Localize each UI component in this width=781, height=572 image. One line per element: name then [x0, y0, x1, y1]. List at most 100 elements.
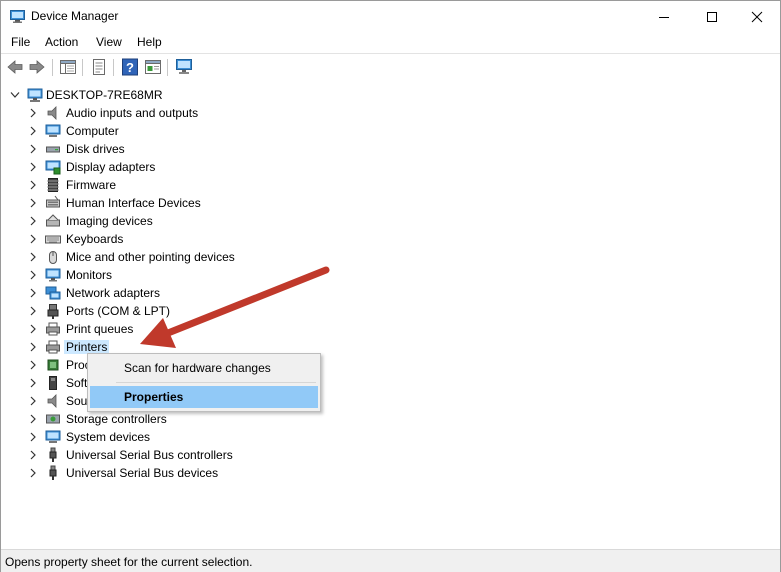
speaker-icon [47, 106, 57, 120]
properties-menu-item[interactable]: Properties [90, 386, 318, 408]
sound-icon [47, 394, 57, 408]
scan-for-hardware-changes-menu-item[interactable]: Scan for hardware changes [90, 357, 318, 379]
chevron-right-icon[interactable] [29, 432, 37, 442]
tree-item-mice-and-other-pointing-devices[interactable]: Mice and other pointing devices [1, 248, 501, 266]
properties-icon[interactable] [90, 58, 108, 76]
update-driver-icon[interactable] [144, 58, 162, 76]
tree-item-label: Print queues [66, 322, 134, 336]
disk-drive-icon [46, 146, 60, 153]
chevron-down-icon[interactable] [10, 91, 20, 99]
tree-item-label: Printers [64, 340, 110, 354]
chevron-right-icon[interactable] [29, 414, 37, 424]
tree-item-universal-serial-bus-controllers[interactable]: Universal Serial Bus controllers [1, 446, 501, 464]
tree-root-node[interactable]: DESKTOP-7RE68MR [1, 86, 501, 104]
mouse-icon [49, 251, 57, 264]
printer-icon [46, 340, 60, 354]
chevron-right-icon[interactable] [29, 144, 37, 154]
chevron-right-icon[interactable] [29, 126, 37, 136]
status-text: Opens property sheet for the current sel… [5, 555, 253, 569]
chevron-right-icon[interactable] [29, 306, 37, 316]
scan-hardware-icon[interactable] [175, 58, 193, 76]
chevron-right-icon[interactable] [29, 342, 37, 352]
tree-item-network-adapters[interactable]: Network adapters [1, 284, 501, 302]
tree-item-label: Human Interface Devices [66, 196, 201, 210]
monitor-icon [45, 268, 61, 282]
tree-item-system-devices[interactable]: System devices [1, 428, 501, 446]
chevron-right-icon[interactable] [29, 234, 37, 244]
tree-item-universal-serial-bus-devices[interactable]: Universal Serial Bus devices [1, 464, 501, 482]
tree-item-label: Storage controllers [66, 412, 167, 426]
menu-view[interactable]: View [96, 35, 122, 49]
title-bar[interactable]: Device Manager [1, 1, 780, 32]
chevron-right-icon[interactable] [29, 324, 37, 334]
software-device-icon [49, 376, 57, 390]
tree-item-keyboards[interactable]: Keyboards [1, 230, 501, 248]
tree-item-computer[interactable]: Computer [1, 122, 501, 140]
keyboard-icon [45, 235, 61, 244]
tree-item-ports-com-lpt[interactable]: Ports (COM & LPT) [1, 302, 501, 320]
menu-separator [116, 382, 316, 383]
tree-item-firmware[interactable]: Firmware [1, 176, 501, 194]
maximize-icon [707, 11, 717, 22]
tree-item-label: Monitors [66, 268, 113, 282]
chevron-right-icon[interactable] [29, 378, 37, 388]
show-hide-console-tree-icon[interactable] [59, 58, 77, 76]
menu-bar: File Action View Help [1, 32, 780, 53]
svg-text:?: ? [126, 60, 134, 75]
storage-controller-icon [46, 414, 60, 424]
tree-item-label: Audio inputs and outputs [66, 106, 199, 120]
chevron-right-icon[interactable] [29, 252, 37, 262]
device-manager-app-icon [10, 10, 25, 23]
status-bar: Opens property sheet for the current sel… [1, 549, 780, 572]
forward-icon[interactable] [28, 58, 46, 76]
tree-item-human-interface-devices[interactable]: Human Interface Devices [1, 194, 501, 212]
back-icon[interactable] [6, 58, 24, 76]
chevron-right-icon[interactable] [29, 270, 37, 280]
menu-help[interactable]: Help [137, 35, 162, 49]
tree-item-storage-controllers[interactable]: Storage controllers [1, 410, 501, 428]
hid-icon [46, 195, 60, 208]
menu-file[interactable]: File [11, 35, 30, 49]
tree-item-display-adapters[interactable]: Display adapters [1, 158, 501, 176]
tree-item-print-queues[interactable]: Print queues [1, 320, 501, 338]
chevron-right-icon[interactable] [29, 180, 37, 190]
chevron-right-icon[interactable] [29, 396, 37, 406]
chevron-right-icon[interactable] [29, 108, 37, 118]
tree-item-label: Disk drives [66, 142, 125, 156]
tree-item-label: Mice and other pointing devices [66, 250, 235, 264]
menu-item-label: Scan for hardware changes [124, 361, 271, 375]
help-icon[interactable]: ? [121, 58, 139, 76]
chevron-right-icon[interactable] [29, 360, 37, 370]
tree-item-label: System devices [66, 430, 151, 444]
tree-item-label: Computer [66, 124, 119, 138]
computer-icon [45, 124, 61, 137]
toolbar-separator [52, 59, 53, 76]
tree-item-audio-inputs-and-outputs[interactable]: Audio inputs and outputs [1, 104, 501, 122]
tree-item-label: Imaging devices [66, 214, 153, 228]
usb-icon [49, 447, 57, 462]
chevron-right-icon[interactable] [29, 162, 37, 172]
chevron-right-icon[interactable] [29, 216, 37, 226]
close-button[interactable] [734, 1, 780, 32]
desktop-computer-icon [27, 88, 43, 102]
system-device-icon [45, 430, 61, 443]
tree-item-disk-drives[interactable]: Disk drives [1, 140, 501, 158]
port-icon [47, 304, 59, 319]
toolbar: ? [1, 53, 780, 82]
tree-item-imaging-devices[interactable]: Imaging devices [1, 212, 501, 230]
maximize-button[interactable] [689, 1, 735, 32]
tree-root-label: DESKTOP-7RE68MR [46, 88, 163, 102]
device-tree[interactable]: DESKTOP-7RE68MR Audio inputs and outputs… [1, 81, 780, 548]
chevron-right-icon[interactable] [29, 450, 37, 460]
chevron-right-icon[interactable] [29, 468, 37, 478]
device-manager-window: Device Manager File Action View Help ? D… [0, 0, 781, 572]
tree-item-monitors[interactable]: Monitors [1, 266, 501, 284]
minimize-button[interactable] [641, 1, 687, 32]
toolbar-separator [82, 59, 83, 76]
toolbar-separator [167, 59, 168, 76]
chevron-right-icon[interactable] [29, 288, 37, 298]
toolbar-separator [113, 59, 114, 76]
menu-action[interactable]: Action [45, 35, 78, 49]
chevron-right-icon[interactable] [29, 198, 37, 208]
tree-item-label: Display adapters [66, 160, 156, 174]
